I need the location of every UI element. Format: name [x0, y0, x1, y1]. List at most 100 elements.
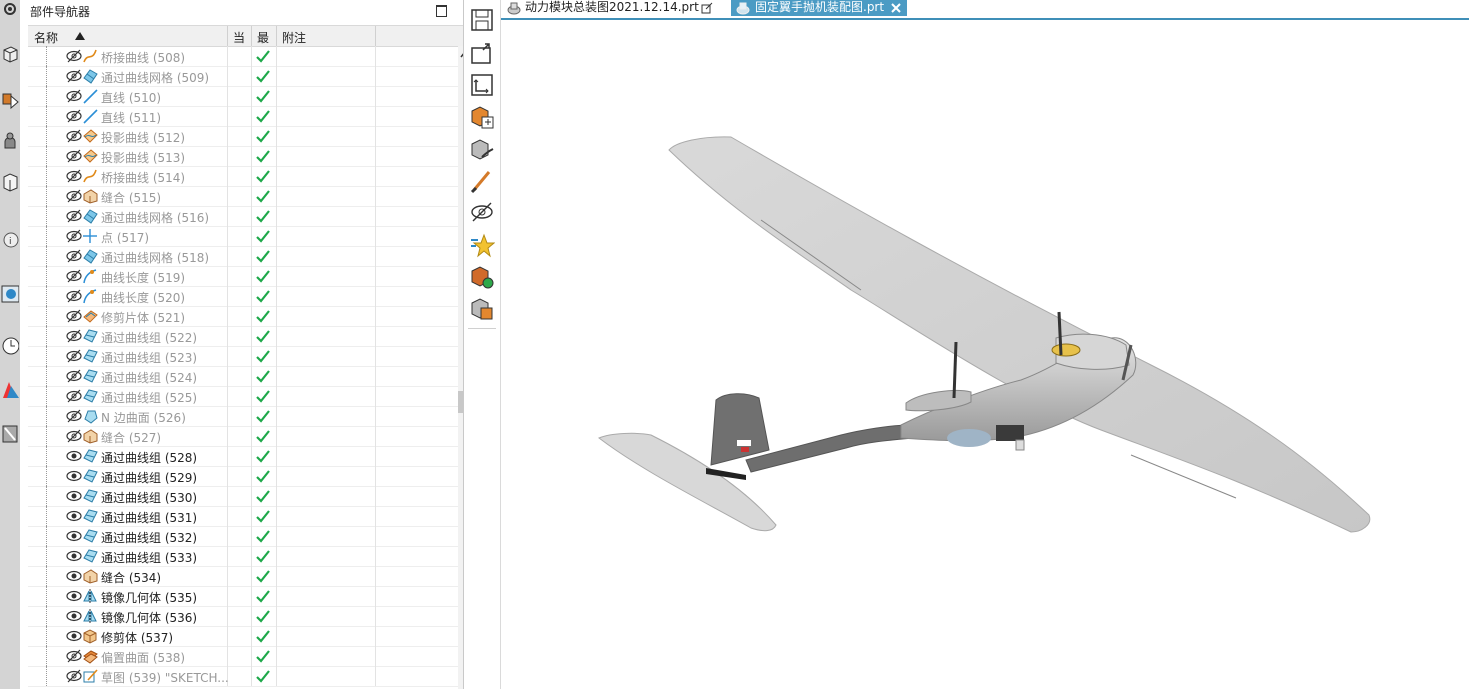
favorite-icon[interactable] [469, 232, 495, 258]
column-current[interactable]: 当 [233, 29, 245, 46]
tree-row[interactable]: 通过曲线组 (533) [28, 546, 458, 567]
visible-eye-icon[interactable] [66, 589, 82, 603]
tree-row[interactable]: 投影曲线 (512) [28, 126, 458, 147]
visible-eye-icon[interactable] [66, 569, 82, 583]
tree-row[interactable]: 桥接曲线 (514) [28, 166, 458, 187]
hidden-eye-icon[interactable] [66, 149, 82, 163]
visible-eye-icon[interactable] [66, 529, 82, 543]
hidden-eye-icon[interactable] [66, 649, 82, 663]
tree-row[interactable]: 镜像几何体 (536) [28, 606, 458, 627]
tree-row[interactable]: 点 (517) [28, 226, 458, 247]
hidden-eye-icon[interactable] [66, 109, 82, 123]
tree-row[interactable]: 桥接曲线 (508) [28, 46, 458, 67]
visible-eye-icon[interactable] [66, 549, 82, 563]
tree-row[interactable]: 镜像几何体 (535) [28, 586, 458, 607]
assembly-add-icon[interactable] [469, 104, 495, 130]
tree-row[interactable]: 曲线长度 (519) [28, 266, 458, 287]
hidden-eye-icon[interactable] [66, 229, 82, 243]
tree-row[interactable]: 直线 (510) [28, 86, 458, 107]
hidden-eye-icon[interactable] [66, 349, 82, 363]
close-icon[interactable] [891, 3, 901, 13]
hidden-eye-icon[interactable] [66, 409, 82, 423]
assembly-nav-icon[interactable] [1, 0, 19, 24]
tree-row[interactable]: 缝合 (534) [28, 566, 458, 587]
constraint-nav-icon[interactable] [1, 44, 19, 68]
part-nav-icon[interactable] [1, 88, 19, 112]
tree-row[interactable]: 投影曲线 (513) [28, 146, 458, 167]
tree-row[interactable]: 草图 (539) "SKETCH... [28, 666, 458, 687]
tab-fixed-wing-assembly[interactable]: 固定翼手抛机装配图.prt [731, 0, 907, 16]
assembly-edit-icon[interactable] [469, 137, 495, 163]
tree-row[interactable]: 通过曲线组 (523) [28, 346, 458, 367]
hidden-eye-icon[interactable] [66, 289, 82, 303]
column-name[interactable]: 名称 [34, 29, 58, 46]
tree-row[interactable]: 偏置曲面 (538) [28, 646, 458, 667]
tree-row[interactable]: 通过曲线网格 (509) [28, 66, 458, 87]
reuse-library-icon[interactable] [1, 130, 19, 154]
hidden-eye-icon[interactable] [66, 369, 82, 383]
tree-row[interactable]: 修剪片体 (521) [28, 306, 458, 327]
feature-label: 偏置曲面 (538) [101, 651, 186, 665]
tree-row[interactable]: 通过曲线网格 (518) [28, 246, 458, 267]
hidden-eye-icon[interactable] [66, 429, 82, 443]
hidden-eye-icon[interactable] [66, 329, 82, 343]
column-comment[interactable]: 附注 [282, 29, 306, 46]
tree-row[interactable]: 通过曲线网格 (516) [28, 206, 458, 227]
tree-row[interactable]: 直线 (511) [28, 106, 458, 127]
assembly-green-icon[interactable] [469, 264, 495, 290]
hide-icon[interactable] [469, 199, 495, 225]
graphics-window[interactable] [501, 20, 1469, 689]
hidden-eye-icon[interactable] [66, 269, 82, 283]
hidden-eye-icon[interactable] [66, 309, 82, 323]
hidden-eye-icon[interactable] [66, 69, 82, 83]
tree-row[interactable]: 缝合 (515) [28, 186, 458, 207]
visible-eye-icon[interactable] [66, 449, 82, 463]
role-icon[interactable] [1, 378, 19, 402]
feature-label: 通过曲线组 (531) [101, 511, 198, 525]
paint-brush-icon[interactable] [469, 168, 495, 194]
info-icon[interactable] [1, 172, 19, 196]
save-icon[interactable] [469, 7, 495, 33]
tree-row[interactable]: 通过曲线组 (532) [28, 526, 458, 547]
column-latest[interactable]: 最 [257, 29, 269, 46]
tree-row[interactable]: 通过曲线组 (528) [28, 446, 458, 467]
hidden-eye-icon[interactable] [66, 209, 82, 223]
palette-icon[interactable] [1, 334, 19, 358]
sew-icon [83, 569, 98, 584]
hidden-eye-icon[interactable] [66, 389, 82, 403]
tree-row[interactable]: 通过曲线组 (529) [28, 466, 458, 487]
hidden-eye-icon[interactable] [66, 249, 82, 263]
tree-row[interactable]: 通过曲线组 (522) [28, 326, 458, 347]
assembly-orange-icon[interactable] [469, 296, 495, 322]
tree-row[interactable]: 通过曲线组 (530) [28, 486, 458, 507]
tree-row[interactable]: N 边曲面 (526) [28, 406, 458, 427]
hidden-eye-icon[interactable] [66, 169, 82, 183]
visible-eye-icon[interactable] [66, 629, 82, 643]
tree-row[interactable]: 通过曲线组 (525) [28, 386, 458, 407]
open-icon[interactable] [469, 40, 495, 66]
hidden-eye-icon[interactable] [66, 669, 82, 683]
tree-row[interactable]: 修剪体 (537) [28, 626, 458, 647]
tab-power-module[interactable]: 动力模块总装图2021.12.14.prt [505, 0, 725, 16]
export-icon[interactable] [469, 72, 495, 98]
hidden-eye-icon[interactable] [66, 189, 82, 203]
toolbar-separator [468, 328, 496, 329]
history-icon[interactable] [1, 282, 19, 306]
tree-row[interactable]: 曲线长度 (520) [28, 286, 458, 307]
visible-eye-icon[interactable] [66, 609, 82, 623]
web-browser-icon[interactable]: i [1, 228, 19, 252]
feature-label: 缝合 (527) [101, 431, 162, 445]
system-scene-icon[interactable] [1, 422, 19, 446]
tree-row[interactable]: 通过曲线组 (531) [28, 506, 458, 527]
hidden-eye-icon[interactable] [66, 49, 82, 63]
offset-surface-icon [83, 650, 98, 664]
tree-row[interactable]: 通过曲线组 (524) [28, 366, 458, 387]
hidden-eye-icon[interactable] [66, 89, 82, 103]
hidden-eye-icon[interactable] [66, 129, 82, 143]
visible-eye-icon[interactable] [66, 489, 82, 503]
maximize-icon[interactable] [436, 5, 447, 17]
tree-row[interactable]: 缝合 (527) [28, 426, 458, 447]
visible-eye-icon[interactable] [66, 469, 82, 483]
feature-tree: 桥接曲线 (508) 通过曲线网格 (509) 直线 (510) 直线 (511) 投影… [28, 46, 458, 689]
visible-eye-icon[interactable] [66, 509, 82, 523]
